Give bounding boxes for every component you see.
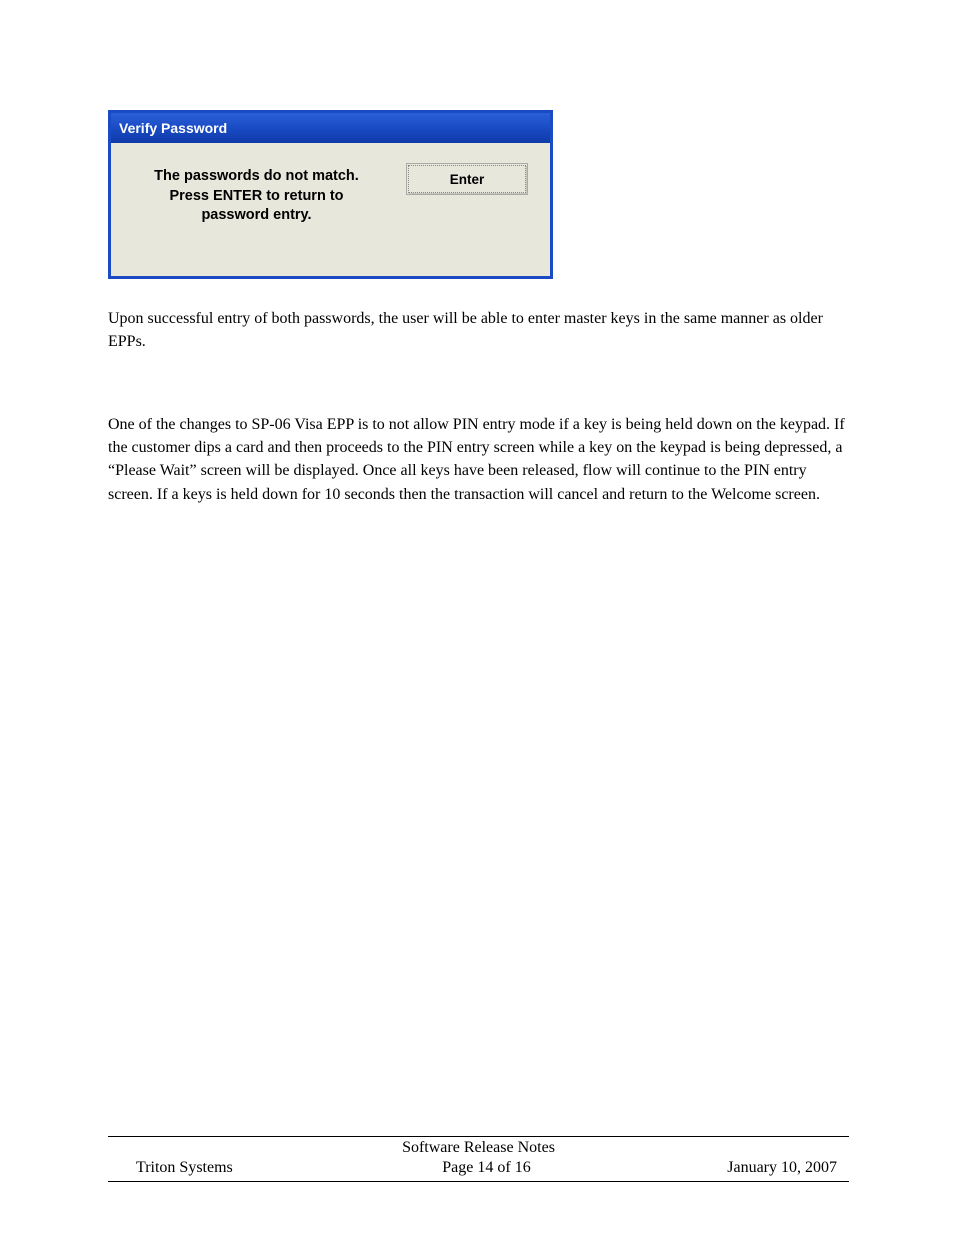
footer-row-bottom: Triton Systems Page 14 of 16 January 10,…: [108, 1159, 849, 1179]
footer-page: Page 14 of 16: [370, 1159, 604, 1177]
dialog-message-line-3: password entry.: [201, 207, 311, 223]
paragraph-1: Upon successful entry of both passwords,…: [108, 307, 846, 353]
page-footer: Software Release Notes Triton Systems Pa…: [108, 1136, 849, 1182]
dialog-title-bar: Verify Password: [111, 113, 550, 143]
footer-date: January 10, 2007: [603, 1159, 845, 1177]
paragraph-2: One of the changes to SP-06 Visa EPP is …: [108, 413, 846, 506]
dialog-message-line-1: The passwords do not match.: [154, 168, 359, 184]
document-body-text: Upon successful entry of both passwords,…: [108, 307, 846, 506]
page-content: Verify Password The passwords do not mat…: [0, 0, 954, 506]
footer-title: Software Release Notes: [108, 1139, 849, 1159]
dialog-body: The passwords do not match. Press ENTER …: [111, 143, 550, 276]
enter-button[interactable]: Enter: [408, 165, 526, 193]
dialog-message: The passwords do not match. Press ENTER …: [135, 165, 378, 226]
dialog-title: Verify Password: [119, 120, 227, 136]
footer-company: Triton Systems: [136, 1159, 370, 1177]
verify-password-dialog: Verify Password The passwords do not mat…: [108, 110, 553, 279]
dialog-message-line-2: Press ENTER to return to: [169, 188, 343, 204]
